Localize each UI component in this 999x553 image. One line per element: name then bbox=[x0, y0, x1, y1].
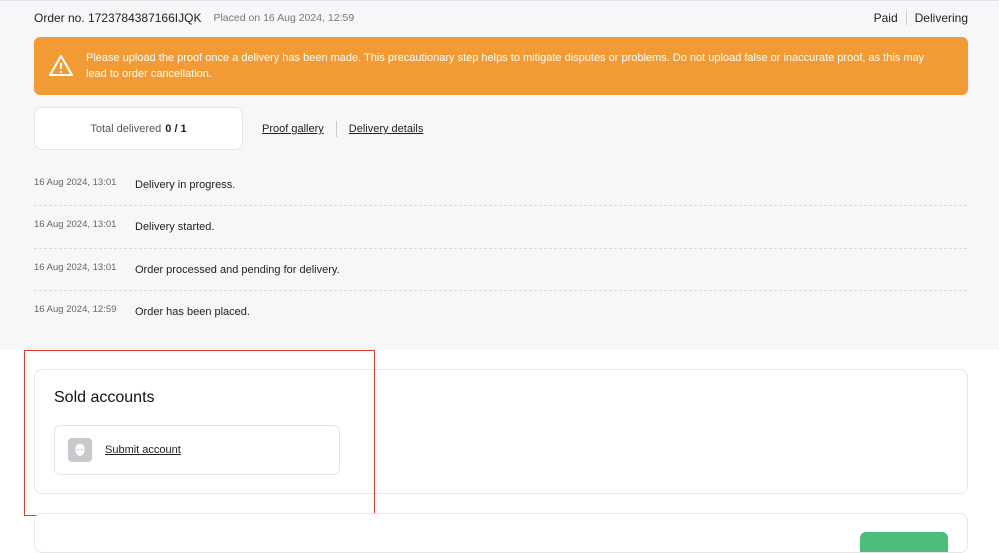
total-delivered-label: Total delivered bbox=[90, 122, 162, 135]
total-delivered-value: 0 / 1 bbox=[165, 122, 187, 135]
order-status: Paid Delivering bbox=[874, 11, 968, 25]
timeline-time: 16 Aug 2024, 13:01 bbox=[34, 261, 117, 273]
order-header: Order no. 1723784387166IJQK Placed on 16… bbox=[34, 10, 968, 26]
order-panel: Order no. 1723784387166IJQK Placed on 16… bbox=[0, 0, 999, 350]
warning-triangle-icon bbox=[49, 55, 73, 76]
timeline-text: Order processed and pending for delivery… bbox=[135, 263, 340, 276]
timeline-row: 16 Aug 2024, 13:01 Order processed and p… bbox=[34, 249, 967, 291]
timeline-row: 16 Aug 2024, 13:01 Delivery started. bbox=[34, 206, 967, 249]
order-links: Proof gallery Delivery details bbox=[262, 121, 423, 137]
total-delivered-box: Total delivered 0 / 1 bbox=[34, 107, 243, 150]
timeline-time: 16 Aug 2024, 13:01 bbox=[34, 219, 117, 231]
submit-account-button[interactable]: Submit account bbox=[54, 425, 340, 475]
timeline-text: Delivery started. bbox=[135, 221, 215, 234]
order-number: Order no. 1723784387166IJQK bbox=[34, 11, 202, 25]
sold-accounts-card: Sold accounts Submit account bbox=[34, 369, 968, 494]
link-divider bbox=[335, 121, 337, 137]
timeline-text: Delivery in progress. bbox=[135, 179, 236, 191]
payment-status: Paid bbox=[874, 11, 907, 25]
timeline-row: 16 Aug 2024, 13:01 Delivery in progress. bbox=[34, 164, 967, 207]
action-button[interactable] bbox=[860, 532, 948, 552]
timeline-row: 16 Aug 2024, 12:59 Order has been placed… bbox=[34, 291, 967, 333]
timeline-text: Order has been placed. bbox=[135, 305, 250, 318]
order-timeline: 16 Aug 2024, 13:01 Delivery in progress.… bbox=[34, 164, 967, 333]
order-placed-date: Placed on 16 Aug 2024, 12:59 bbox=[213, 12, 355, 24]
alert-text: Please upload the proof once a delivery … bbox=[86, 52, 925, 80]
delivery-details-link[interactable]: Delivery details bbox=[349, 123, 424, 135]
next-card bbox=[34, 513, 968, 553]
account-mask-icon bbox=[68, 438, 92, 462]
submit-account-label: Submit account bbox=[105, 444, 181, 456]
proof-warning-alert: Please upload the proof once a delivery … bbox=[34, 37, 968, 95]
sold-accounts-title: Sold accounts bbox=[54, 389, 155, 406]
timeline-time: 16 Aug 2024, 13:01 bbox=[34, 177, 117, 188]
delivery-status: Delivering bbox=[914, 11, 968, 25]
proof-gallery-link[interactable]: Proof gallery bbox=[262, 123, 324, 135]
timeline-time: 16 Aug 2024, 12:59 bbox=[34, 303, 117, 315]
